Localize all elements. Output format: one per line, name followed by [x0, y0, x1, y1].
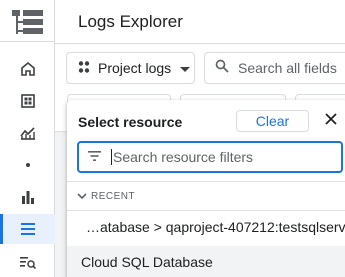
caret-down-icon	[180, 60, 191, 76]
recent-section-label: RECENT	[91, 190, 136, 202]
left-nav-rail	[0, 0, 55, 277]
select-resource-panel: Select resource Clear RECENT …atabase > …	[67, 100, 345, 277]
resource-filter-input[interactable]	[113, 149, 313, 165]
log-search-icon	[19, 256, 36, 270]
nav-dot[interactable]	[0, 150, 55, 180]
recent-section-toggle[interactable]: RECENT	[67, 182, 345, 210]
nav-home[interactable]	[0, 54, 55, 84]
resource-item[interactable]: Cloud SQL Database	[67, 246, 345, 277]
rail-divider	[0, 41, 55, 42]
project-logs-dropdown[interactable]: Project logs	[66, 52, 195, 84]
nav-analytics[interactable]	[0, 182, 55, 212]
page-header: Logs Explorer	[55, 0, 345, 44]
filter-icon	[88, 148, 101, 166]
scrollbar-track[interactable]	[55, 132, 67, 277]
dot-icon	[25, 162, 31, 168]
resource-filter-field[interactable]	[77, 141, 343, 173]
nav-logs-explorer[interactable]	[0, 214, 55, 244]
resource-item[interactable]: …atabase > qaproject-407212:testsqlserve…	[67, 211, 345, 243]
bar-chart-icon	[21, 190, 35, 204]
nav-dashboards[interactable]	[0, 86, 55, 116]
search-icon	[215, 59, 229, 78]
panel-title: Select resource	[78, 114, 183, 130]
metrics-chart-icon	[19, 126, 36, 140]
close-button[interactable]	[323, 113, 339, 129]
project-logs-label: Project logs	[98, 60, 172, 76]
dashboard-icon	[20, 94, 35, 108]
chevron-down-icon	[77, 187, 87, 205]
logging-product-icon[interactable]	[9, 6, 45, 38]
page-title: Logs Explorer	[78, 12, 183, 31]
query-toolbar: Project logs Search all fields	[55, 44, 345, 94]
search-all-fields-input[interactable]: Search all fields	[204, 52, 345, 84]
search-placeholder: Search all fields	[238, 60, 337, 76]
nav-log-analytics[interactable]	[0, 248, 55, 277]
clear-button[interactable]: Clear	[236, 110, 309, 132]
logs-list-icon	[20, 223, 35, 235]
text-cursor	[111, 149, 112, 165]
home-icon	[20, 61, 36, 77]
scope-dots-icon	[77, 60, 91, 77]
close-icon	[325, 112, 337, 130]
nav-metrics[interactable]	[0, 118, 55, 148]
